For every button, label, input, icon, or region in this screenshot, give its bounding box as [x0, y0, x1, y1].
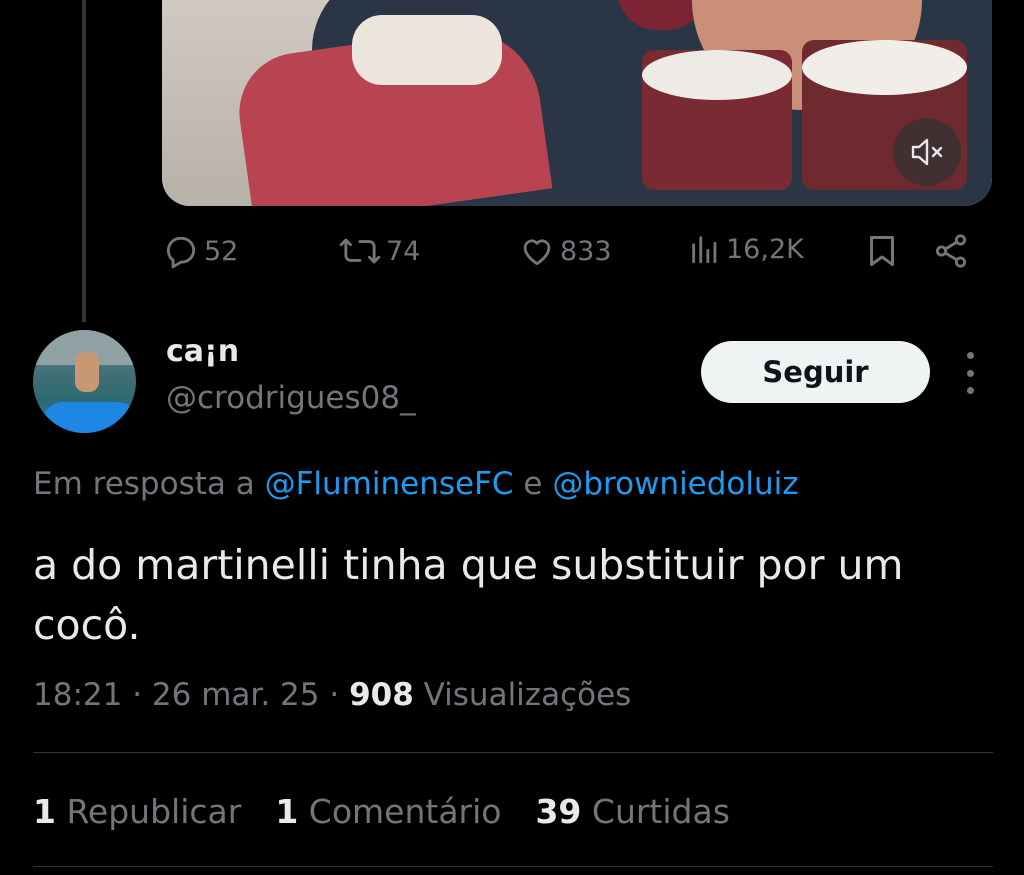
- tweet-meta: 18:21 · 26 mar. 25 · 908 Visualizações: [33, 677, 631, 713]
- comment-icon: [166, 236, 196, 269]
- reply-action[interactable]: 52: [162, 232, 238, 270]
- volume-muted-icon[interactable]: [893, 118, 961, 186]
- heart-icon: [523, 239, 551, 266]
- display-name[interactable]: ca¡n: [166, 334, 239, 369]
- follow-button[interactable]: Seguir: [701, 341, 930, 403]
- views-action[interactable]: 16,2K: [688, 232, 804, 266]
- mention-fluminense[interactable]: @FluminenseFC: [265, 466, 514, 502]
- reposts-stat-label: Republicar: [66, 792, 242, 831]
- reposts-stat[interactable]: 1 Republicar: [33, 792, 241, 831]
- tweet-time[interactable]: 18:21: [33, 677, 122, 713]
- tweet-action-bar: 52 74 833 16,2K: [160, 232, 980, 278]
- thread-connector-line: [82, 0, 86, 322]
- reposts-stat-count: 1: [33, 792, 56, 831]
- meta-separator: ·: [329, 677, 340, 713]
- more-options-icon[interactable]: [958, 352, 982, 394]
- share-icon: [935, 234, 967, 268]
- tweet-views-label: Visualizações: [423, 677, 632, 713]
- comments-stat-label: Comentário: [308, 792, 502, 831]
- bookmark-icon: [870, 236, 894, 266]
- replying-to: Em resposta a @FluminenseFC e @browniedo…: [33, 466, 799, 502]
- avatar[interactable]: [33, 330, 136, 433]
- tweet-video[interactable]: [162, 0, 992, 206]
- comments-stat[interactable]: 1 Comentário: [275, 792, 501, 831]
- meta-separator: ·: [132, 677, 143, 713]
- divider: [33, 866, 993, 867]
- user-handle[interactable]: @crodrigues08_: [166, 380, 416, 416]
- mention-browniedoluiz[interactable]: @browniedoluiz: [552, 466, 798, 502]
- views-count: 16,2K: [726, 233, 804, 265]
- divider: [33, 752, 993, 753]
- repost-count: 74: [386, 235, 421, 267]
- repost-action[interactable]: 74: [338, 232, 420, 270]
- tweet-text-line: cocô.: [33, 601, 141, 649]
- video-cup-left: [642, 50, 792, 190]
- likes-stat-label: Curtidas: [591, 792, 730, 831]
- mention-joiner: e: [523, 466, 543, 502]
- like-action[interactable]: 833: [518, 232, 612, 270]
- analytics-icon: [692, 236, 717, 264]
- tweet-stats: 1 Republicar 1 Comentário 39 Curtidas: [33, 792, 730, 831]
- tweet-date[interactable]: 26 mar. 25: [152, 677, 320, 713]
- like-count: 833: [560, 235, 612, 267]
- comments-stat-count: 1: [275, 792, 299, 831]
- repost-icon: [339, 238, 381, 264]
- tweet-views-count: 908: [349, 677, 414, 713]
- video-glove-cuff: [352, 15, 502, 85]
- reply-count: 52: [204, 235, 239, 267]
- tweet-text: a do martinelli tinha que substituir por…: [33, 535, 993, 655]
- bookmark-action[interactable]: [864, 232, 900, 270]
- replying-to-prefix: Em resposta a: [33, 466, 255, 502]
- share-action[interactable]: [932, 232, 970, 270]
- likes-stat[interactable]: 39 Curtidas: [535, 792, 729, 831]
- tweet-text-line: a do martinelli tinha que substituir por…: [33, 541, 904, 589]
- likes-stat-count: 39: [535, 792, 582, 831]
